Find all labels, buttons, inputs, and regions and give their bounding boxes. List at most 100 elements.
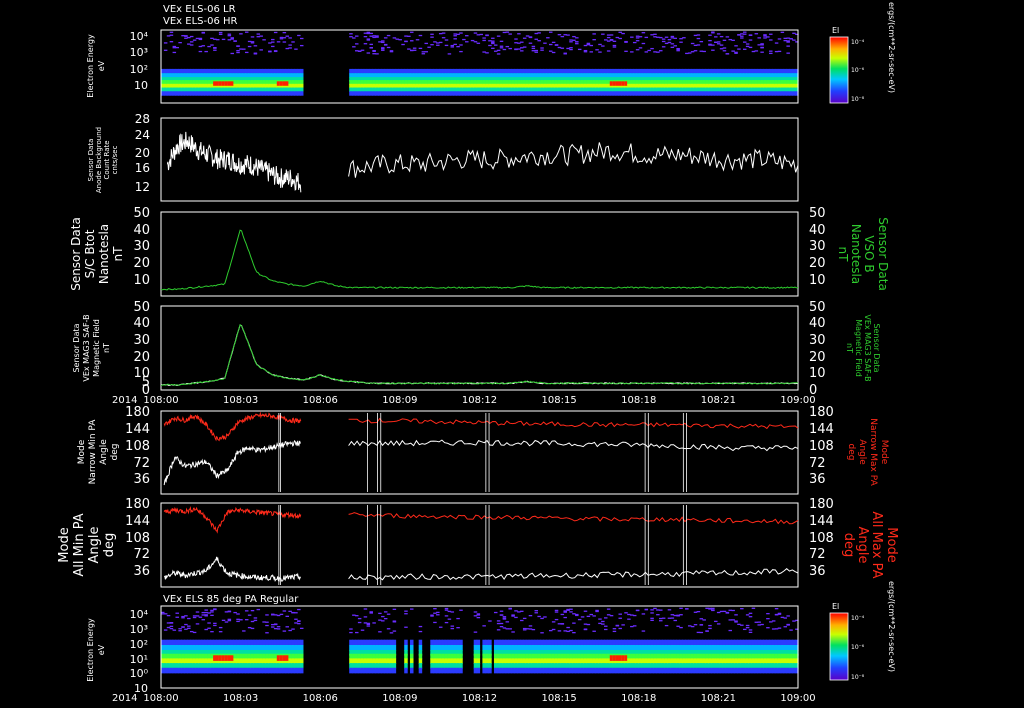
heat-cell — [548, 43, 553, 46]
heat-cell — [273, 50, 278, 53]
heat-cell — [418, 630, 423, 633]
heat-cell — [213, 49, 217, 51]
heat-cell — [693, 50, 698, 52]
heat-cell — [465, 35, 469, 37]
panel-5-ylabel-2: Narrow Min PA — [88, 419, 98, 485]
x-tick-label: 108:15 — [542, 395, 577, 406]
heat-cell — [601, 620, 605, 623]
heat-cell — [459, 50, 463, 53]
y-tick-label-right: 36 — [809, 472, 826, 487]
heat-cell — [618, 613, 622, 615]
heat-cell — [375, 35, 379, 37]
heat-cell — [392, 621, 397, 623]
y-tick-label-right: 30 — [809, 333, 826, 348]
heat-cell — [531, 47, 536, 50]
heat-cell — [699, 618, 704, 620]
heat-cell — [259, 35, 263, 37]
heat-cell — [459, 639, 463, 646]
y-tick-label: 10⁰ — [130, 667, 149, 680]
heat-cell — [551, 628, 556, 631]
heat-cell — [583, 51, 588, 53]
heat-cell — [389, 632, 394, 634]
heat-cell — [708, 34, 712, 36]
heat-cell — [366, 52, 371, 54]
heat-cell — [650, 619, 654, 621]
heat-cell — [520, 50, 524, 52]
heat-cell — [569, 629, 573, 632]
heat-cell — [242, 630, 246, 632]
heat-cell — [181, 626, 185, 628]
heat-cell — [577, 48, 582, 51]
colorbar-gradient — [829, 612, 849, 681]
heat-cell — [548, 629, 553, 632]
heat-cell — [534, 51, 539, 53]
heat-cell — [534, 612, 539, 614]
heat-cell — [363, 43, 368, 45]
heat-cell — [592, 615, 596, 617]
heat-cell — [641, 32, 646, 34]
heat-cell — [204, 50, 208, 53]
heat-cell — [624, 41, 628, 43]
header-line-1: VEx ELS-06 LR — [163, 4, 236, 15]
heat-cell — [398, 39, 402, 41]
heat-cell — [641, 613, 646, 615]
panel-2-ylabel-1: Sensor Data — [87, 139, 95, 182]
heat-cell — [575, 37, 579, 39]
heat-cell — [716, 33, 721, 35]
heat-cell — [265, 624, 269, 627]
y-tick-label: 36 — [133, 472, 150, 487]
heat-cell — [716, 43, 721, 45]
heat-cell — [589, 613, 594, 616]
heat-cell — [207, 622, 211, 624]
panel-3-btot: Sensor Data S/C Btot Nanotesla nT 10 20 … — [69, 206, 890, 297]
heat-cell — [221, 619, 226, 621]
panel-3-ylabel-right-2: VSO B — [862, 235, 876, 272]
heat-cell — [412, 49, 417, 51]
heat-cell — [236, 51, 240, 54]
heat-cell — [407, 48, 411, 50]
heat-cell — [769, 50, 773, 52]
heat-cell — [644, 51, 649, 53]
heat-cell — [719, 35, 724, 38]
heat-cell — [606, 36, 611, 39]
y-tick-label: 40 — [133, 223, 150, 238]
heat-cell — [572, 631, 576, 634]
heat-cell — [410, 608, 414, 610]
heat-cell — [297, 608, 301, 611]
heat-cell — [271, 38, 275, 41]
heat-cell — [459, 32, 463, 34]
heat-cell — [711, 44, 715, 46]
heat-cell — [673, 45, 677, 47]
heat-cell — [169, 627, 174, 630]
heat-cell — [659, 609, 663, 611]
heat-cell — [742, 48, 747, 50]
heat-cell — [740, 37, 744, 39]
heat-cell — [456, 617, 460, 620]
panel-4-ylabel-2: VEx MAG3 SAF-B — [82, 314, 91, 381]
heat-cell — [299, 91, 304, 96]
heat-cell — [470, 39, 475, 42]
heat-cell — [771, 620, 776, 622]
heat-cell — [383, 618, 388, 620]
heat-cell — [595, 49, 599, 51]
heat-cell — [404, 626, 408, 628]
heat-cell — [499, 614, 504, 616]
heat-cell — [163, 613, 168, 615]
heat-cell — [659, 620, 663, 622]
heat-cell — [282, 610, 287, 612]
heat-cell — [253, 45, 258, 47]
heat-cell — [291, 41, 295, 43]
heat-cell — [473, 41, 478, 43]
heat-cell — [499, 47, 504, 49]
heat-cell — [760, 51, 764, 53]
x-tick-label: 108:03 — [223, 693, 258, 704]
heat-cell — [276, 614, 281, 617]
y-tick-label: 20 — [133, 350, 150, 365]
heat-cell — [592, 630, 596, 632]
heat-cell — [444, 621, 449, 624]
heat-cell — [676, 50, 680, 52]
panel-3-ylabel-right-3: Nanotesla — [849, 224, 863, 284]
heat-cell — [612, 40, 617, 42]
heat-cell — [699, 40, 704, 43]
heat-cell — [198, 38, 203, 41]
